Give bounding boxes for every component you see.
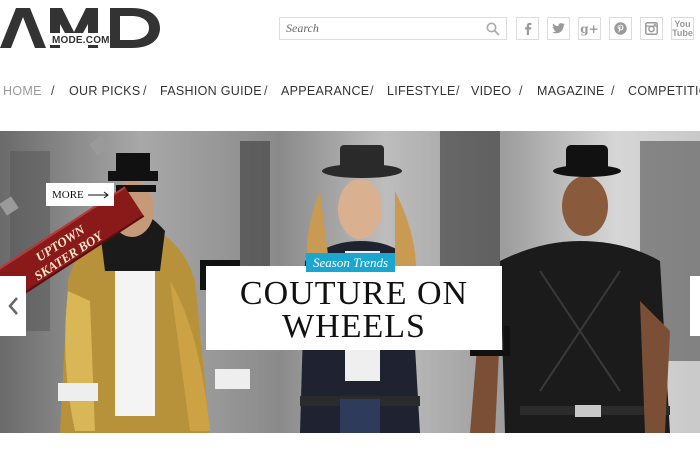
nav-separator: / <box>519 84 523 98</box>
instagram-icon[interactable] <box>640 17 663 40</box>
headline-line-1: COUTURE ON <box>239 275 469 312</box>
slider-next-button[interactable] <box>690 276 700 336</box>
main-nav: HOME / OUR PICKS / FASHION GUIDE / APPEA… <box>0 78 700 104</box>
logo-subtext: MODE.COM <box>52 35 110 46</box>
search-icon[interactable] <box>486 22 500 41</box>
hero-slider[interactable]: UPTOWN SKATER BOY MORE COUTURE ON WHEELS… <box>0 131 700 433</box>
twitter-icon[interactable] <box>547 17 570 40</box>
nav-item-appearance[interactable]: APPEARANCE <box>281 84 369 98</box>
more-button-label: MORE <box>52 188 84 201</box>
more-button[interactable]: MORE <box>46 183 114 206</box>
nav-separator: / <box>51 84 55 98</box>
pinterest-icon[interactable] <box>609 17 632 40</box>
nav-separator: / <box>456 84 460 98</box>
arrow-right-icon <box>87 191 109 198</box>
nav-item-home[interactable]: HOME <box>3 84 42 98</box>
nav-item-magazine[interactable]: MAGAZINE <box>537 84 605 98</box>
page-bottom <box>0 433 700 450</box>
slider-prev-button[interactable] <box>0 276 26 336</box>
nav-separator: / <box>370 84 374 98</box>
hero-headline[interactable]: COUTURE ON WHEELS <box>206 275 502 345</box>
nav-item-lifestyle[interactable]: LIFESTYLE <box>387 84 456 98</box>
search-input[interactable] <box>286 20 476 37</box>
search-box[interactable] <box>279 17 507 40</box>
nav-item-competition[interactable]: COMPETITION <box>628 84 700 98</box>
site-logo[interactable]: MODE.COM <box>0 4 170 54</box>
google-plus-icon[interactable]: g+ <box>578 17 601 40</box>
headline-line-2: WHEELS <box>282 308 426 345</box>
nav-item-video[interactable]: VIDEO <box>471 84 511 98</box>
facebook-icon[interactable] <box>516 17 539 40</box>
nav-item-fashion-guide[interactable]: FASHION GUIDE <box>160 84 262 98</box>
chevron-left-icon <box>8 297 18 315</box>
nav-item-our-picks[interactable]: OUR PICKS <box>69 84 140 98</box>
nav-separator: / <box>611 84 615 98</box>
youtube-icon[interactable]: You Tube <box>671 17 694 40</box>
logo-mark <box>0 8 160 48</box>
nav-separator: / <box>264 84 268 98</box>
nav-separator: / <box>143 84 147 98</box>
category-tag[interactable]: Season Trends <box>306 253 395 272</box>
